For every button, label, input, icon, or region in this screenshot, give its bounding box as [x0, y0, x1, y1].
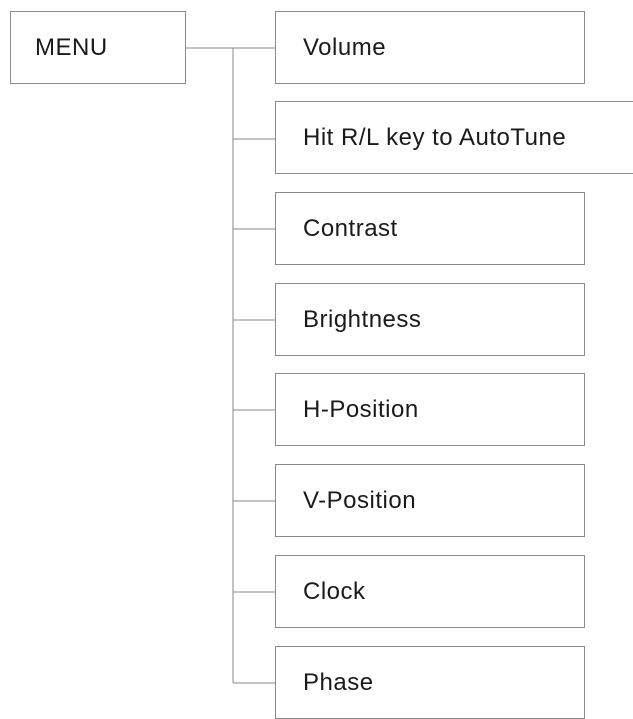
menu-root-box: MENU: [10, 11, 186, 84]
menu-item-label: H-Position: [303, 395, 419, 423]
menu-item-autotune: Hit R/L key to AutoTune: [275, 101, 633, 174]
menu-item-v-position: V-Position: [275, 464, 585, 537]
menu-item-label: Clock: [303, 577, 366, 605]
menu-item-brightness: Brightness: [275, 283, 585, 356]
menu-item-label: Volume: [303, 33, 387, 61]
menu-item-h-position: H-Position: [275, 373, 585, 446]
menu-item-volume: Volume: [275, 11, 585, 84]
menu-item-clock: Clock: [275, 555, 585, 628]
menu-root-label: MENU: [35, 33, 108, 61]
menu-tree-diagram: { "root": { "label": "MENU" }, "items": …: [0, 0, 633, 719]
menu-item-phase: Phase: [275, 646, 585, 719]
menu-item-label: Hit R/L key to AutoTune: [303, 123, 567, 151]
menu-item-label: Contrast: [303, 214, 398, 242]
menu-item-contrast: Contrast: [275, 192, 585, 265]
menu-item-label: Brightness: [303, 305, 422, 333]
menu-item-label: V-Position: [303, 486, 417, 514]
menu-item-label: Phase: [303, 668, 374, 696]
